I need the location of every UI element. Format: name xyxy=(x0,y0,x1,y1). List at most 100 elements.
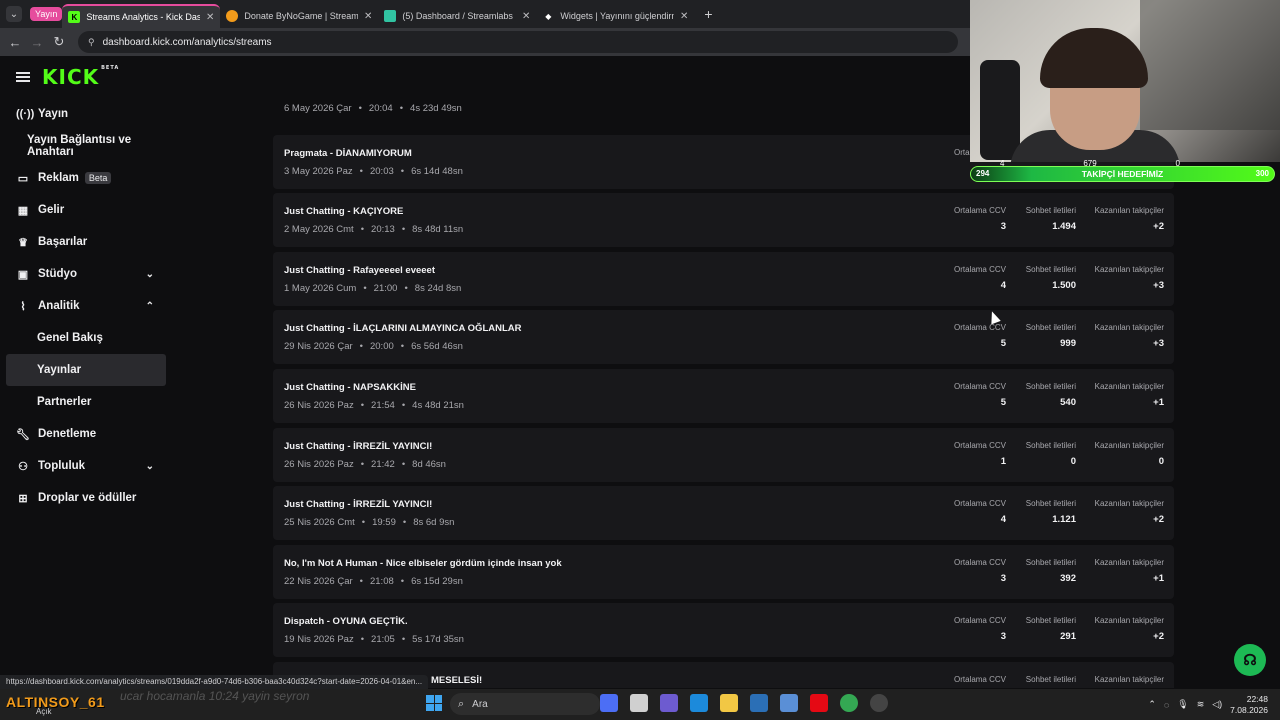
chrome-icon[interactable] xyxy=(840,694,858,712)
stream-date: 26 Nis 2026 Paz xyxy=(284,458,354,470)
store-icon[interactable] xyxy=(750,694,768,712)
sidebar-item-yayinlar[interactable]: Yayınlar xyxy=(6,354,166,386)
sidebar-item-yayin[interactable]: ((·)) Yayın xyxy=(0,98,172,130)
tab-group-label[interactable]: Yayın xyxy=(30,7,63,21)
stream-meta: 25 Nis 2026 Cmt • 19:59 • 8s 6d 9sn xyxy=(284,517,455,529)
stream-time: 20:04 xyxy=(368,103,393,114)
microphone-icon[interactable]: 🎙︎ xyxy=(1177,699,1188,710)
sidebar-item-droplar[interactable]: ⊞ Droplar ve ödüller xyxy=(0,482,172,514)
stream-date: 19 Nis 2026 Paz xyxy=(284,634,354,646)
hamburger-menu-icon[interactable] xyxy=(16,72,30,82)
browser-tab-streamlabs[interactable]: (5) Dashboard / Streamlabs ✕ xyxy=(378,4,536,28)
search-icon: ⌕ xyxy=(458,697,465,710)
new-tab-button[interactable]: + xyxy=(704,6,712,22)
sidebar-item-label: Başarılar xyxy=(38,236,88,248)
url-field[interactable]: ⚲ dashboard.kick.com/analytics/streams xyxy=(78,31,958,53)
edge-icon[interactable] xyxy=(690,694,708,712)
stream-meta: 6 May 2026 Çar • 20:04 • 4s 23d 49sn xyxy=(284,103,462,114)
forward-arrow-icon[interactable]: → xyxy=(26,35,48,50)
app-icon[interactable] xyxy=(630,694,648,712)
sidebar-item-topluluk[interactable]: ⚇ Topluluk ⌄ xyxy=(0,450,172,482)
sidebar-item-analitik[interactable]: ⌇ Analitik ⌃ xyxy=(0,290,172,322)
app-icon[interactable] xyxy=(780,694,798,712)
tab-search-button[interactable]: ⌄ xyxy=(6,6,22,22)
close-tab-icon[interactable]: ✕ xyxy=(680,11,688,22)
support-chat-button[interactable]: ☊ xyxy=(1234,644,1266,676)
streamlabs-favicon-icon xyxy=(384,10,397,22)
stat-label: Kazanılan takipçiler xyxy=(1094,381,1164,391)
chevron-down-icon: ⌄ xyxy=(145,268,154,280)
widgets-favicon-icon: ◆ xyxy=(545,11,552,21)
obs-icon[interactable] xyxy=(870,694,888,712)
kick-logo[interactable]: KICK BETA xyxy=(42,65,119,89)
stream-title: MESELESİ! xyxy=(431,674,483,686)
sidebar-item-denetleme[interactable]: 🔧︎ Denetleme xyxy=(0,418,172,450)
ad-icon: ▭ xyxy=(17,172,29,185)
stream-list: 6 May 2026 Çar • 20:04 • 4s 23d 49sn Pragmat… xyxy=(273,98,1174,688)
sidebar-item-genel-bakis[interactable]: Genel Bakış xyxy=(0,322,172,354)
back-arrow-icon[interactable]: ← xyxy=(4,35,26,50)
netflix-icon[interactable] xyxy=(810,694,828,712)
sidebar-item-stream-key[interactable]: Yayın Bağlantısı ve Anahtarı xyxy=(0,130,172,162)
stream-row[interactable]: Just Chatting - İRREZİL YAYINCI! 26 Nis … xyxy=(273,427,1174,482)
stat-label: Ortalama CCV xyxy=(953,206,1006,216)
sidebar-item-partnerler[interactable]: Partnerler xyxy=(0,386,172,418)
follower-goal-bar: 4 679 0 294 TAKİPÇİ HEDEFİMİZ 300 xyxy=(970,159,1275,186)
browser-tab-bynogame[interactable]: Donate ByNoGame | Streamer Dashboard ✕ xyxy=(220,4,378,28)
wifi-icon[interactable]: ≋ xyxy=(1197,699,1205,710)
sidebar-item-studyo[interactable]: ▣ Stüdyo ⌄ xyxy=(0,258,172,290)
clock[interactable]: 22:48 7.08.2026 xyxy=(1230,694,1268,716)
stream-row[interactable]: Just Chatting - İLAÇLARINI ALMAYINCA OĞL… xyxy=(273,310,1174,365)
stream-row[interactable]: Just Chatting - İRREZİL YAYINCI! 25 Nis … xyxy=(273,486,1174,541)
sidebar-item-basarilar[interactable]: ♛ Başarılar xyxy=(0,226,172,258)
stream-row[interactable]: No, I'm Not A Human - Nice elbiseler gör… xyxy=(273,544,1174,599)
network-icon[interactable]: ◌ xyxy=(1164,700,1169,710)
ccv-stat: Ortalama CCV 3 xyxy=(954,206,1006,232)
ccv-stat: Ortalama CCV 4 xyxy=(954,499,1006,525)
taskview-icon[interactable] xyxy=(600,694,618,712)
stream-date: 3 May 2026 Paz xyxy=(284,165,353,177)
sidebar-item-reklam[interactable]: ▭ Reklam Beta xyxy=(0,162,172,194)
taskbar-apps xyxy=(600,694,888,712)
close-tab-icon[interactable]: ✕ xyxy=(522,11,530,22)
ccv-stat: Ortalama CCV 1 xyxy=(954,441,1006,467)
reload-icon[interactable]: ↻ xyxy=(48,34,70,50)
copilot-icon[interactable] xyxy=(660,694,678,712)
stream-date: 26 Nis 2026 Paz xyxy=(284,399,354,411)
chat-stat: Sohbet iletileri 392 xyxy=(1026,558,1076,584)
chevron-up-icon[interactable]: ⌃ xyxy=(1148,699,1156,710)
gaming-chair xyxy=(980,60,1020,160)
sidebar-item-label: Genel Bakış xyxy=(37,332,103,344)
sidebar-item-gelir[interactable]: ▦ Gelir xyxy=(0,194,172,226)
link-status-bar: https://dashboard.kick.com/analytics/str… xyxy=(0,675,429,689)
stat-label: Sohbet iletileri xyxy=(1025,440,1076,450)
stream-row[interactable]: Just Chatting - Rafayeeeel eveeet 1 May … xyxy=(273,251,1174,306)
background-shelf xyxy=(1140,0,1280,130)
stream-meta: 29 Nis 2026 Çar • 20:00 • 6s 56d 46sn xyxy=(284,341,463,353)
stat-label: Kazanılan takipçiler xyxy=(1094,264,1164,274)
stream-time: 21:08 xyxy=(369,575,394,587)
stat-value: +2 xyxy=(1153,221,1164,233)
sidebar-item-label: Analitik xyxy=(38,300,80,312)
stream-row[interactable]: Just Chatting - NAPSAKKİNE 26 Nis 2026 P… xyxy=(273,368,1174,423)
browser-tab-kick[interactable]: K Streams Analytics - Kick Dashboard ✕ xyxy=(62,4,221,28)
goal-num: 679 xyxy=(1083,159,1097,168)
bynogame-favicon-icon xyxy=(226,10,239,22)
sidebar: ((·)) Yayın Yayın Bağlantısı ve Anahtarı … xyxy=(0,98,172,670)
file-explorer-icon[interactable] xyxy=(720,694,738,712)
sidebar-item-label: Denetleme xyxy=(38,428,97,440)
volume-icon[interactable]: ◁) xyxy=(1212,699,1222,710)
close-tab-icon[interactable]: ✕ xyxy=(364,11,372,22)
tab-title: Widgets | Yayınını güçlendirmek xyxy=(560,11,674,21)
ghost-overlay-text: ucar hocamanla 10:24 yayin seyron xyxy=(120,689,310,703)
taskbar-search[interactable]: ⌕ Ara xyxy=(450,693,600,715)
site-info-icon[interactable]: ⚲ xyxy=(88,37,95,48)
browser-tab-widgets[interactable]: ◆ Widgets | Yayınını güçlendirmek ✕ xyxy=(536,4,694,28)
stat-value: 999 xyxy=(1060,338,1076,350)
stream-duration: 4s 48d 21sn xyxy=(412,399,464,411)
close-tab-icon[interactable]: ✕ xyxy=(206,12,214,23)
stream-row[interactable]: Dispatch - OYUNA GEÇTİK. 19 Nis 2026 Paz… xyxy=(273,603,1174,658)
stream-row[interactable]: Just Chatting - KAÇIYORE 2 May 2026 Cmt •… xyxy=(273,193,1174,248)
windows-start-icon[interactable] xyxy=(426,695,442,711)
sidebar-item-label: Yayınlar xyxy=(37,364,82,376)
